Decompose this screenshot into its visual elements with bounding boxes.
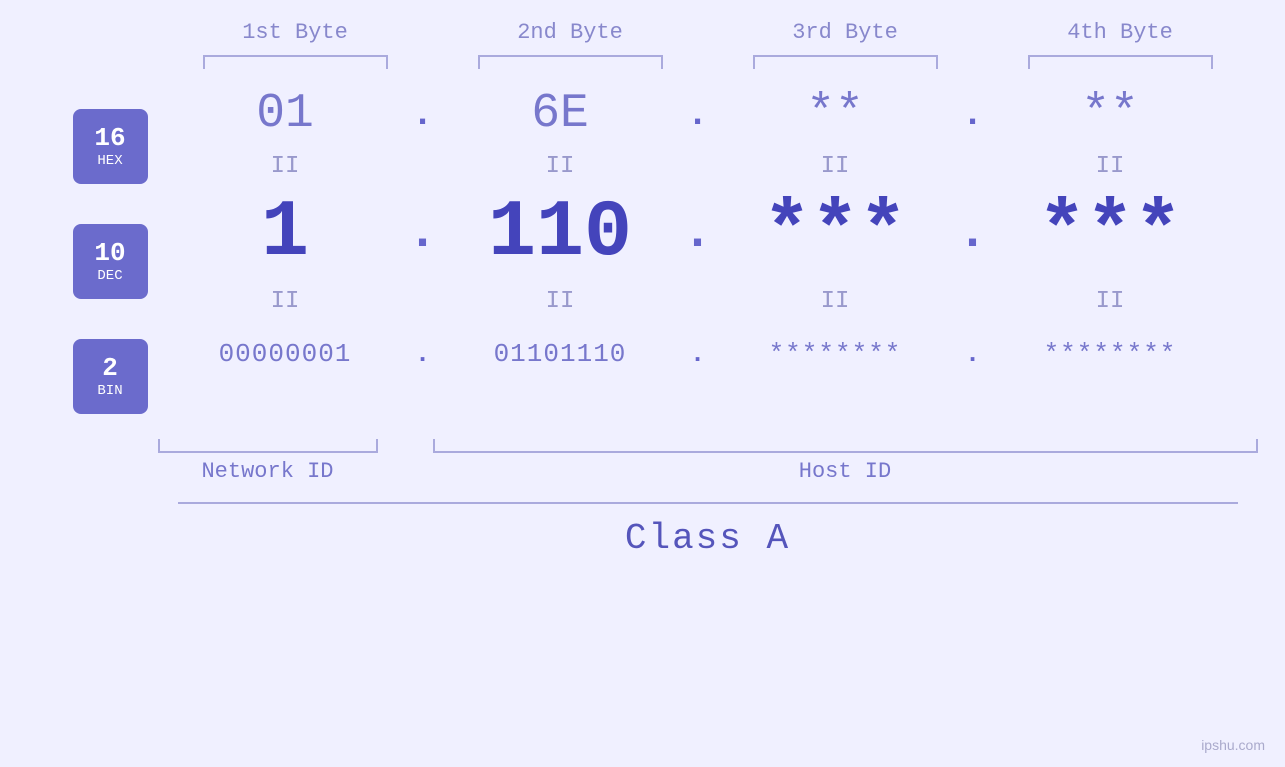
eq2-b2: II xyxy=(450,284,670,319)
bin-b2: 01101110 xyxy=(450,319,670,389)
dec-dot-3: . xyxy=(945,184,1000,284)
bin-b3: ******** xyxy=(725,319,945,389)
hex-b1: 01 xyxy=(175,79,395,149)
eq1-b2: II xyxy=(450,149,670,184)
content-area: 16 HEX 10 DEC 2 BIN 01 . 6E . ** . ** xyxy=(0,79,1285,434)
eq2-b1: II xyxy=(175,284,395,319)
hex-dot-2: . xyxy=(670,94,725,135)
eq1-b4: II xyxy=(1000,149,1220,184)
bracket-top-4 xyxy=(1028,55,1213,69)
bracket-top-3 xyxy=(753,55,938,69)
bracket-bottom-network xyxy=(158,439,378,453)
bin-b4: ******** xyxy=(1000,319,1220,389)
byte-header-1: 1st Byte xyxy=(185,20,405,45)
dec-badge-label: DEC xyxy=(97,268,122,284)
eq1-b3: II xyxy=(725,149,945,184)
byte-header-4: 4th Byte xyxy=(1010,20,1230,45)
watermark: ipshu.com xyxy=(1201,737,1265,753)
bin-b1: 00000001 xyxy=(175,319,395,389)
byte-headers-row: 1st Byte 2nd Byte 3rd Byte 4th Byte xyxy=(158,20,1258,45)
bottom-brackets xyxy=(158,439,1258,453)
bin-dot-2: . xyxy=(670,319,725,389)
hex-badge-label: HEX xyxy=(97,153,122,169)
host-id-label: Host ID xyxy=(433,459,1258,484)
hex-b3: ** xyxy=(725,79,945,149)
bracket-top-1 xyxy=(203,55,388,69)
bin-badge-num: 2 xyxy=(102,354,118,383)
eq2-b4: II xyxy=(1000,284,1220,319)
dec-row: 1 . 110 . *** . *** xyxy=(175,184,1285,284)
hex-row: 01 . 6E . ** . ** xyxy=(175,79,1285,149)
hex-badge: 16 HEX xyxy=(73,109,148,184)
class-a-label: Class A xyxy=(625,518,790,559)
bracket-bottom-host xyxy=(433,439,1258,453)
bin-dot-1: . xyxy=(395,319,450,389)
bottom-section: Network ID Host ID xyxy=(158,439,1258,484)
dec-badge: 10 DEC xyxy=(73,224,148,299)
bracket-top-2 xyxy=(478,55,663,69)
bin-badge: 2 BIN xyxy=(73,339,148,414)
top-brackets xyxy=(158,55,1258,69)
id-labels-row: Network ID Host ID xyxy=(158,459,1258,484)
dec-dot-2: . xyxy=(670,184,725,284)
byte-header-2: 2nd Byte xyxy=(460,20,680,45)
dec-badge-num: 10 xyxy=(94,239,125,268)
dec-dot-1: . xyxy=(395,184,450,284)
bin-row: 00000001 . 01101110 . ******** . *******… xyxy=(175,319,1285,389)
byte-header-3: 3rd Byte xyxy=(735,20,955,45)
eq-row-2: II II II II xyxy=(175,284,1285,319)
dec-b1: 1 xyxy=(175,184,395,284)
hex-dot-3: . xyxy=(945,94,1000,135)
eq2-b3: II xyxy=(725,284,945,319)
hex-b4: ** xyxy=(1000,79,1220,149)
class-section: Class A xyxy=(178,502,1238,559)
data-grid: 01 . 6E . ** . ** II II II II 1 . xyxy=(175,79,1285,434)
badge-column: 16 HEX 10 DEC 2 BIN xyxy=(45,79,175,434)
eq1-b1: II xyxy=(175,149,395,184)
dec-b4: *** xyxy=(1000,184,1220,284)
hex-b2: 6E xyxy=(450,79,670,149)
eq-row-1: II II II II xyxy=(175,149,1285,184)
dec-b3: *** xyxy=(725,184,945,284)
network-id-label: Network ID xyxy=(158,459,378,484)
hex-badge-num: 16 xyxy=(94,124,125,153)
bin-dot-3: . xyxy=(945,319,1000,389)
main-container: 1st Byte 2nd Byte 3rd Byte 4th Byte 16 H… xyxy=(0,0,1285,767)
bin-badge-label: BIN xyxy=(97,383,122,399)
dec-b2: 110 xyxy=(450,184,670,284)
hex-dot-1: . xyxy=(395,94,450,135)
